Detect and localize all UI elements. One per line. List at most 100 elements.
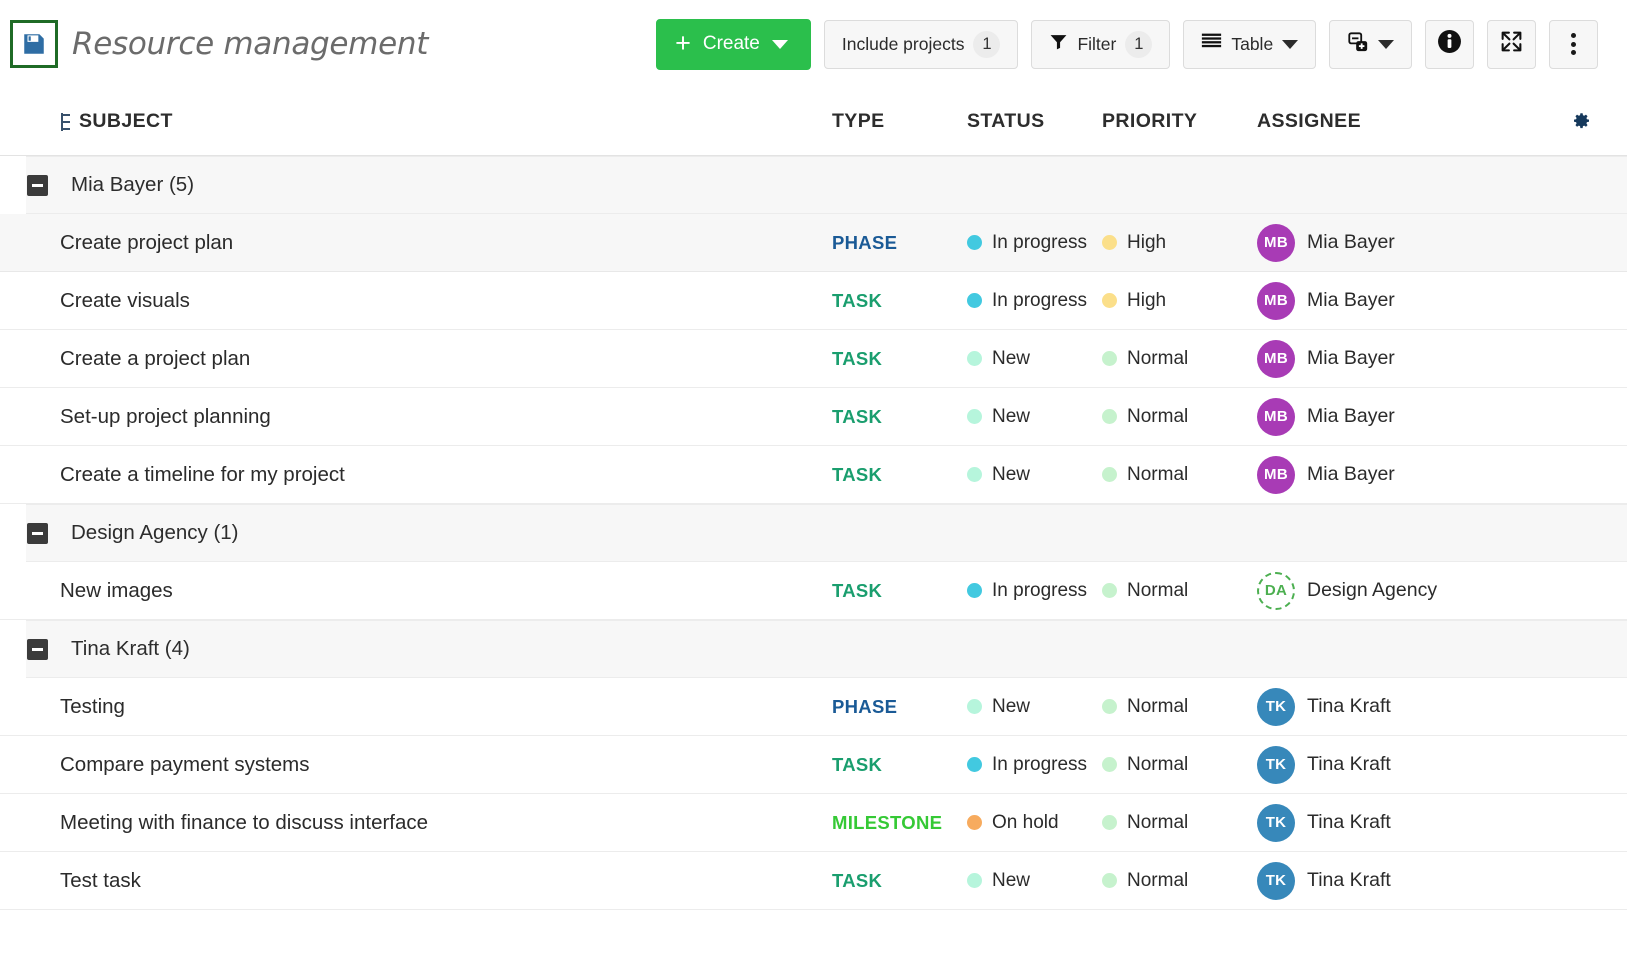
cell-type[interactable]: TASK [832,406,967,428]
minus-square-icon[interactable] [27,175,48,196]
table-row[interactable]: Create visualsTASKIn progressHighMBMia B… [0,272,1627,330]
cell-type[interactable]: TASK [832,290,967,312]
priority-dot [1102,293,1117,308]
cell-status[interactable]: In progress [967,580,1102,602]
priority-label: Normal [1127,754,1188,776]
table-row[interactable]: Set-up project planningTASKNewNormalMBMi… [0,388,1627,446]
column-header-priority[interactable]: PRIORITY [1102,110,1257,133]
cell-subject[interactable]: Test task [60,869,832,893]
cell-type[interactable]: TASK [832,754,967,776]
filter-button[interactable]: Filter 1 [1031,20,1170,69]
cell-priority[interactable]: High [1102,232,1257,254]
avatar[interactable]: TK [1257,688,1295,726]
cell-assignee[interactable]: TKTina Kraft [1257,688,1507,726]
priority-label: Normal [1127,580,1188,602]
avatar[interactable]: TK [1257,862,1295,900]
table-row[interactable]: Create a timeline for my projectTASKNewN… [0,446,1627,504]
hierarchy-icon[interactable] [60,112,71,132]
minus-square-icon[interactable] [27,523,48,544]
cell-subject[interactable]: Create project plan [60,231,832,255]
cell-assignee[interactable]: MBMia Bayer [1257,456,1507,494]
cell-subject[interactable]: Compare payment systems [60,753,832,777]
table-row[interactable]: TestingPHASENewNormalTKTina Kraft [0,678,1627,736]
cell-priority[interactable]: Normal [1102,580,1257,602]
cell-status[interactable]: In progress [967,754,1102,776]
cell-subject[interactable]: Create a project plan [60,347,832,371]
avatar[interactable]: MB [1257,456,1295,494]
table-row[interactable]: Compare payment systemsTASKIn progress No… [0,736,1627,794]
cell-priority[interactable]: Normal [1102,348,1257,370]
work-packages-table: SUBJECT TYPE STATUS PRIORITY ASSIGNEE Mi… [0,88,1627,910]
avatar[interactable]: MB [1257,398,1295,436]
column-header-status[interactable]: STATUS [967,110,1102,133]
cell-type[interactable]: TASK [832,580,967,602]
group-header-row[interactable]: Mia Bayer (5) [26,156,1627,214]
cell-assignee[interactable]: TKTina Kraft [1257,804,1507,842]
minus-square-icon[interactable] [27,639,48,660]
cell-status[interactable]: New [967,406,1102,428]
fullscreen-button[interactable] [1487,20,1536,69]
include-projects-button[interactable]: Include projects 1 [824,20,1019,69]
column-header-subject[interactable]: SUBJECT [60,110,832,133]
cell-subject[interactable]: Create a timeline for my project [60,463,832,487]
cell-priority[interactable]: Normal [1102,754,1257,776]
cell-type[interactable]: TASK [832,464,967,486]
create-button[interactable]: + Create [656,19,811,70]
cell-type[interactable]: PHASE [832,232,967,254]
avatar[interactable]: TK [1257,746,1295,784]
cell-status[interactable]: New [967,870,1102,892]
cell-type[interactable]: MILESTONE [832,812,967,834]
cell-assignee[interactable]: MBMia Bayer [1257,340,1507,378]
cell-assignee[interactable]: MBMia Bayer [1257,282,1507,320]
table-row[interactable]: Create project planPHASEIn progressHighM… [0,214,1627,272]
priority-dot [1102,699,1117,714]
avatar[interactable]: TK [1257,804,1295,842]
cell-priority[interactable]: High [1102,290,1257,312]
cell-subject[interactable]: Set-up project planning [60,405,832,429]
table-settings-button[interactable] [1507,112,1607,131]
cell-status[interactable]: New [967,464,1102,486]
group-header-row[interactable]: Design Agency (1) [26,504,1627,562]
avatar[interactable]: MB [1257,282,1295,320]
cell-subject[interactable]: Meeting with finance to discuss interfac… [60,811,832,835]
table-row[interactable]: Create a project planTASKNewNormalMBMia … [0,330,1627,388]
cell-priority[interactable]: Normal [1102,406,1257,428]
group-header-row[interactable]: Tina Kraft (4) [26,620,1627,678]
cell-type[interactable]: TASK [832,870,967,892]
cell-assignee[interactable]: MBMia Bayer [1257,224,1507,262]
cell-type[interactable]: PHASE [832,696,967,718]
cell-priority[interactable]: Normal [1102,870,1257,892]
cell-status[interactable]: On hold [967,812,1102,834]
save-floppy-icon[interactable] [10,20,58,68]
cell-assignee[interactable]: TKTina Kraft [1257,746,1507,784]
avatar[interactable]: MB [1257,340,1295,378]
avatar[interactable]: DA [1257,572,1295,610]
cell-assignee[interactable]: MBMia Bayer [1257,398,1507,436]
column-header-type[interactable]: TYPE [832,110,967,133]
cell-subject[interactable]: Create visuals [60,289,832,313]
cell-priority[interactable]: Normal [1102,812,1257,834]
cell-subject[interactable]: New images [60,579,832,603]
table-row[interactable]: Meeting with finance to discuss interfac… [0,794,1627,852]
cell-priority[interactable]: Normal [1102,464,1257,486]
avatar[interactable]: MB [1257,224,1295,262]
assignee-name: Tina Kraft [1307,869,1391,892]
cell-priority[interactable]: Normal [1102,696,1257,718]
cell-type[interactable]: TASK [832,348,967,370]
table-row[interactable]: Test taskTASKNewNormalTK Tina Kraft [0,852,1627,910]
cell-assignee[interactable]: DADesign Agency [1257,572,1507,610]
cell-status[interactable]: In progress [967,290,1102,312]
collapse-expand-button[interactable] [1329,20,1412,69]
cell-subject[interactable]: Testing [60,695,832,719]
info-button[interactable] [1425,20,1474,69]
collapse-expand-icon [1347,31,1369,58]
cell-assignee[interactable]: TK Tina Kraft [1257,862,1507,900]
cell-status[interactable]: New [967,696,1102,718]
more-options-button[interactable] [1549,20,1598,69]
column-header-assignee[interactable]: ASSIGNEE [1257,110,1507,133]
table-row[interactable]: New imagesTASKIn progress Normal DADesign … [0,562,1627,620]
cell-status[interactable]: In progress [967,232,1102,254]
chevron-down-icon [1378,40,1394,49]
table-view-button[interactable]: Table [1183,20,1316,69]
cell-status[interactable]: New [967,348,1102,370]
